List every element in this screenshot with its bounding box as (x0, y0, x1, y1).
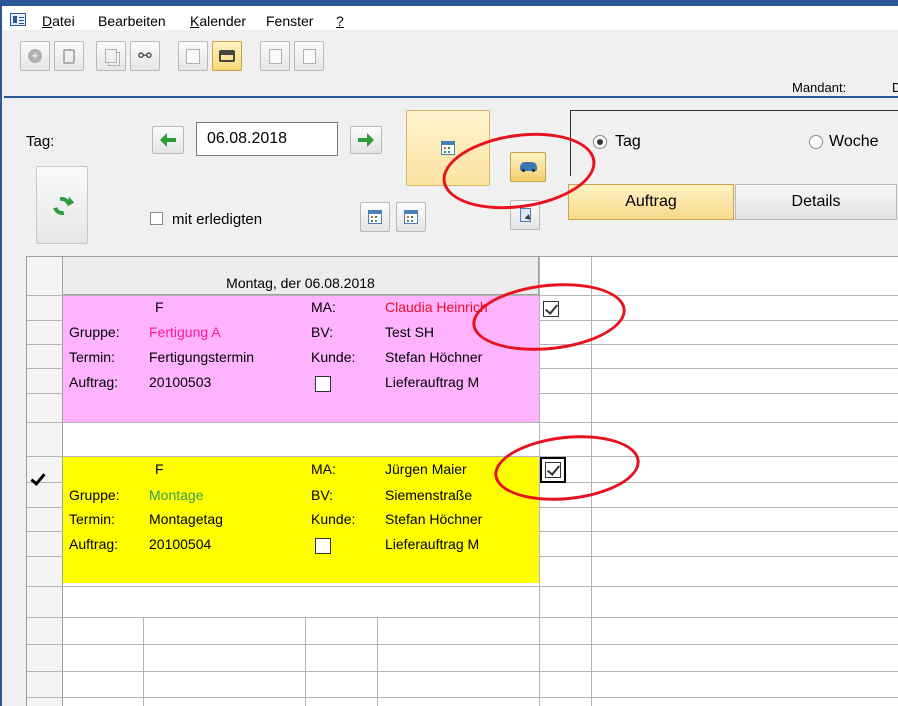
card-kunde-label: Kunde: (311, 511, 356, 527)
card-ma-label: MA: (311, 299, 336, 315)
calendar-month-button[interactable] (396, 202, 426, 232)
day-header: Montag, der 06.08.2018 (63, 257, 539, 295)
controls-panel: Tag: mit erledigten Tag Woche Auftrag De… (4, 100, 898, 255)
day-grid[interactable]: Montag, der 06.08.2018 F MA: Claudia Hei… (26, 256, 898, 706)
mandant-value: D (892, 80, 898, 95)
card-bv-value: Test SH (385, 324, 435, 340)
menu-fenster-label: Fenster (266, 13, 314, 29)
card-bv-label: BV: (311, 487, 334, 503)
menu-kalender[interactable]: Kalender (190, 13, 246, 29)
card-ma-value: Jürgen Maier (385, 461, 467, 477)
copy-icon (105, 49, 117, 63)
card-gruppe-value: Fertigung A (149, 324, 221, 340)
print-button[interactable] (212, 41, 242, 71)
mandant-label: Mandant: (792, 80, 847, 95)
radio-week[interactable] (809, 135, 823, 149)
card-lieferauftrag-value: Lieferauftrag M (385, 374, 480, 390)
print-icon (219, 50, 235, 62)
card-ma-value: Claudia Heinrich (385, 299, 488, 315)
appointment-card[interactable]: F MA: Claudia Heinrich Gruppe: Fertigung… (63, 296, 559, 422)
card-bv-label: BV: (311, 324, 334, 340)
next-day-button[interactable] (350, 126, 382, 154)
arrow-left-icon (160, 133, 176, 147)
day-label: Tag: (26, 133, 55, 150)
card-gruppe-label: Gruppe: (69, 324, 120, 340)
trash-icon (63, 48, 75, 64)
car-icon (520, 162, 537, 172)
document-add-button[interactable] (294, 41, 324, 71)
card-kunde-value: Stefan Höchner (385, 349, 483, 365)
document-button[interactable] (260, 41, 290, 71)
card-lieferauftrag-value: Lieferauftrag M (385, 536, 480, 552)
select-button[interactable] (510, 200, 540, 230)
document-add-icon (302, 48, 316, 64)
toolbar: + ⚯ Mandant: D (4, 30, 898, 98)
table-icon (368, 210, 382, 224)
menu-datei-label: atei (52, 13, 75, 29)
calendar-list-button[interactable] (360, 202, 390, 232)
calendar-button[interactable] (406, 110, 490, 186)
vehicle-button[interactable] (510, 152, 546, 182)
radio-week-label: Woche (829, 133, 879, 150)
app-window: Datei Bearbeiten Kalender Fenster ? + ⚯ … (0, 0, 898, 706)
view-mode-panel: Tag Woche (570, 110, 898, 176)
card-done-checkbox[interactable] (543, 301, 559, 317)
refresh-button[interactable] (36, 166, 88, 244)
card-gruppe-value: Montage (149, 487, 204, 503)
form-icon (186, 48, 200, 64)
appointment-card[interactable]: F MA: Jürgen Maier Gruppe: Montage BV: S… (63, 457, 539, 583)
delete-button[interactable] (54, 41, 84, 71)
card-kunde-label: Kunde: (311, 349, 356, 365)
cursor-document-icon (520, 208, 531, 222)
form-button[interactable] (178, 41, 208, 71)
card-ma-label: MA: (311, 461, 336, 477)
card-termin-label: Termin: (69, 511, 115, 527)
menu-bearbeiten[interactable]: Bearbeiten (98, 13, 166, 29)
menu-help[interactable]: ? (336, 13, 344, 29)
document-icon (268, 48, 282, 64)
card-type: F (155, 461, 164, 477)
card-termin-value: Fertigungstermin (149, 349, 255, 365)
menu-fenster[interactable]: Fenster (266, 13, 313, 29)
show-completed-checkbox[interactable] (150, 212, 163, 225)
menu-kalender-label: alender (199, 13, 247, 29)
tab-auftrag[interactable]: Auftrag (568, 184, 734, 220)
arrow-right-icon (358, 133, 374, 147)
date-input[interactable] (196, 122, 338, 156)
menu-datei[interactable]: Datei (42, 13, 75, 29)
previous-day-button[interactable] (152, 126, 184, 154)
menu-datei-mnemonic: D (42, 13, 53, 29)
card-type: F (155, 299, 164, 315)
card-auftrag-value: 20100504 (149, 536, 212, 552)
search-button[interactable]: ⚯ (130, 41, 160, 71)
add-icon: + (28, 49, 42, 63)
card-termin-label: Termin: (69, 349, 115, 365)
card-termin-value: Montagetag (149, 511, 223, 527)
card-bv-value: Siemenstraße (385, 487, 473, 503)
radio-day[interactable] (593, 135, 607, 149)
card-auftrag-checkbox[interactable] (315, 376, 331, 392)
copy-button[interactable] (96, 41, 126, 71)
binoculars-icon: ⚯ (138, 48, 152, 65)
card-auftrag-value: 20100503 (149, 374, 212, 390)
menu-kalender-mnemonic: K (190, 13, 200, 29)
menu-bar: Datei Bearbeiten Kalender Fenster ? (2, 0, 898, 30)
card-gruppe-label: Gruppe: (69, 487, 120, 503)
tab-details[interactable]: Details (735, 184, 897, 220)
card-auftrag-label: Auftrag: (69, 536, 119, 552)
add-button[interactable]: + (20, 41, 50, 71)
calendar-icon (441, 141, 455, 155)
calendar-icon (404, 210, 418, 224)
card-done-checkbox[interactable] (540, 457, 566, 483)
show-completed-label: mit erledigten (172, 211, 263, 228)
radio-day-label: Tag (615, 133, 641, 150)
card-kunde-value: Stefan Höchner (385, 511, 483, 527)
card-auftrag-checkbox[interactable] (315, 538, 331, 554)
refresh-icon (49, 193, 75, 219)
menu-bearbeiten-label: Bearbeiten (98, 13, 166, 29)
card-auftrag-label: Auftrag: (69, 374, 119, 390)
app-icon[interactable] (10, 13, 26, 26)
menu-help-label: ? (336, 13, 344, 29)
